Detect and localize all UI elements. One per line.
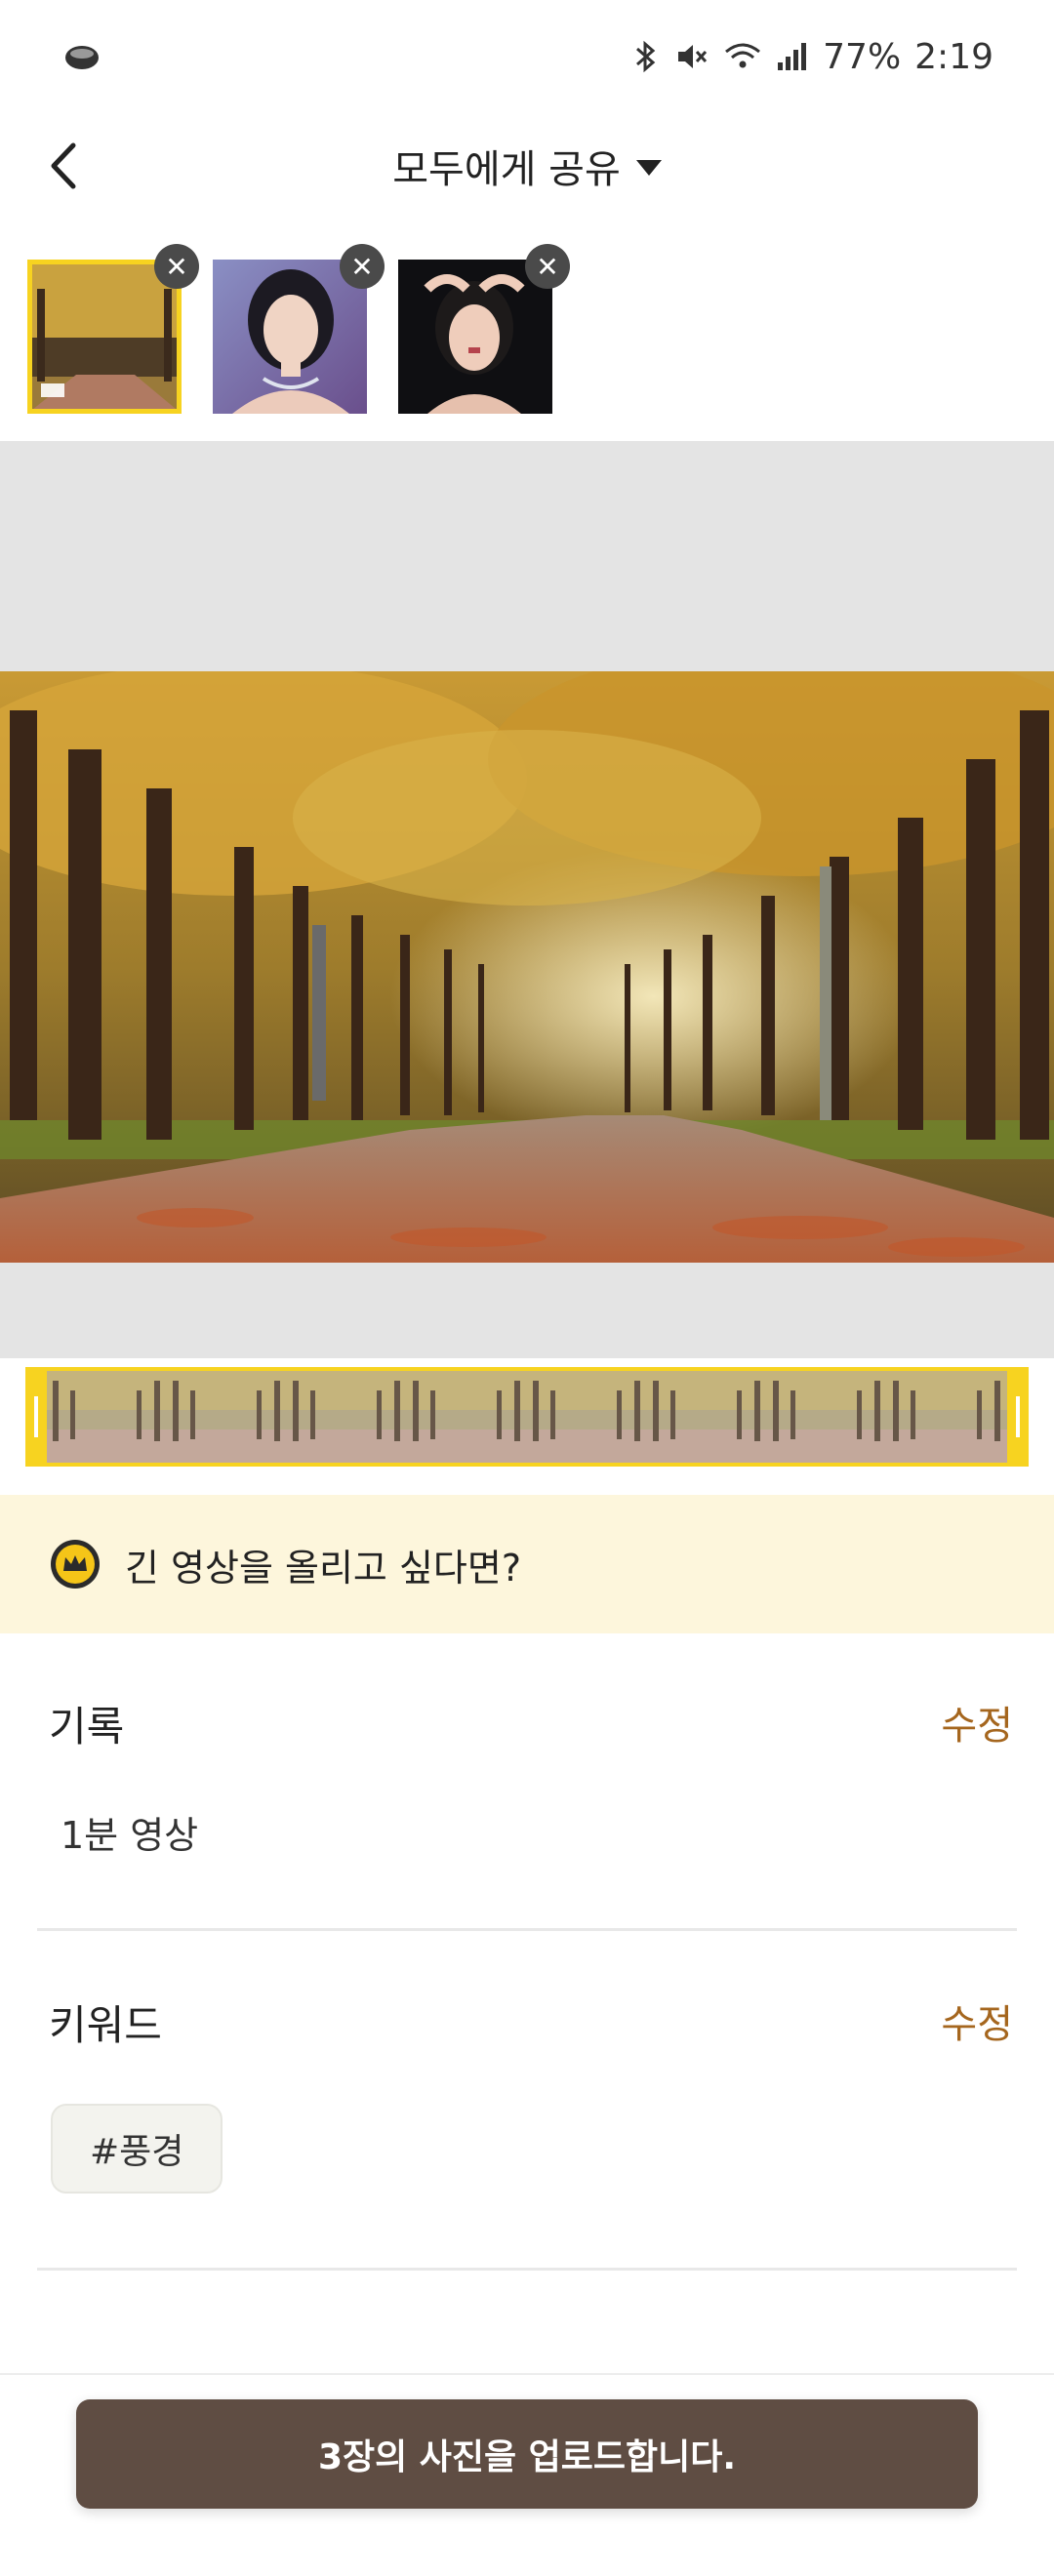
mute-icon xyxy=(678,45,708,68)
app-header: 모두에게 공유 xyxy=(0,112,1054,224)
promo-banner-text: 긴 영상을 올리고 싶다면? xyxy=(125,1546,522,1590)
divider xyxy=(37,2268,1017,2271)
record-value: 1분 영상 xyxy=(61,1814,199,1857)
divider xyxy=(37,1928,1017,1931)
thumbnail-2[interactable] xyxy=(213,260,367,414)
chevron-down-icon xyxy=(635,160,662,176)
trim-end-handle[interactable] xyxy=(1007,1367,1029,1467)
clock: 2:19 xyxy=(914,36,993,77)
record-section-title: 기록 xyxy=(49,1703,125,1751)
long-video-promo-banner[interactable]: 긴 영상을 올리고 싶다면? xyxy=(0,1495,1054,1633)
thumbnail-3[interactable] xyxy=(398,260,552,414)
portrait-thumbnail xyxy=(398,260,552,414)
record-edit-button[interactable]: 수정 xyxy=(941,1694,1013,1751)
portrait-thumbnail xyxy=(213,260,367,414)
crown-icon xyxy=(51,1540,100,1589)
upload-button[interactable]: 3장의 사진을 업로드합니다. xyxy=(76,2399,978,2509)
selected-photo-strip: ✕ ✕ ✕ xyxy=(0,244,1054,439)
remove-thumbnail-1-button[interactable]: ✕ xyxy=(154,244,199,289)
remove-thumbnail-3-button[interactable]: ✕ xyxy=(525,244,570,289)
share-scope-label: 모두에게 공유 xyxy=(392,147,621,192)
autumn-tree-tunnel-photo xyxy=(0,671,1054,1263)
status-bar: 77% 2:19 xyxy=(0,0,1054,112)
timeline-frame-strip xyxy=(47,1371,1007,1463)
battery-percent: 77% xyxy=(823,36,902,77)
share-scope-dropdown[interactable]: 모두에게 공유 xyxy=(0,138,1054,194)
thumbnail-1[interactable] xyxy=(27,260,182,414)
trim-start-handle[interactable] xyxy=(25,1367,47,1467)
video-trim-timeline[interactable] xyxy=(25,1367,1029,1467)
autumn-road-thumbnail xyxy=(27,260,182,414)
remove-thumbnail-2-button[interactable]: ✕ xyxy=(340,244,385,289)
keyword-section-title: 키워드 xyxy=(49,2001,162,2049)
signal-icon xyxy=(778,43,807,70)
keyword-tag[interactable]: #풍경 xyxy=(51,2104,223,2194)
wifi-icon xyxy=(725,43,761,68)
bottom-bar-divider xyxy=(0,2373,1054,2375)
timeline-frames xyxy=(47,1367,1007,1467)
bluetooth-icon xyxy=(636,40,656,73)
keyword-edit-button[interactable]: 수정 xyxy=(941,1992,1013,2049)
app-notification-icon xyxy=(65,46,99,69)
